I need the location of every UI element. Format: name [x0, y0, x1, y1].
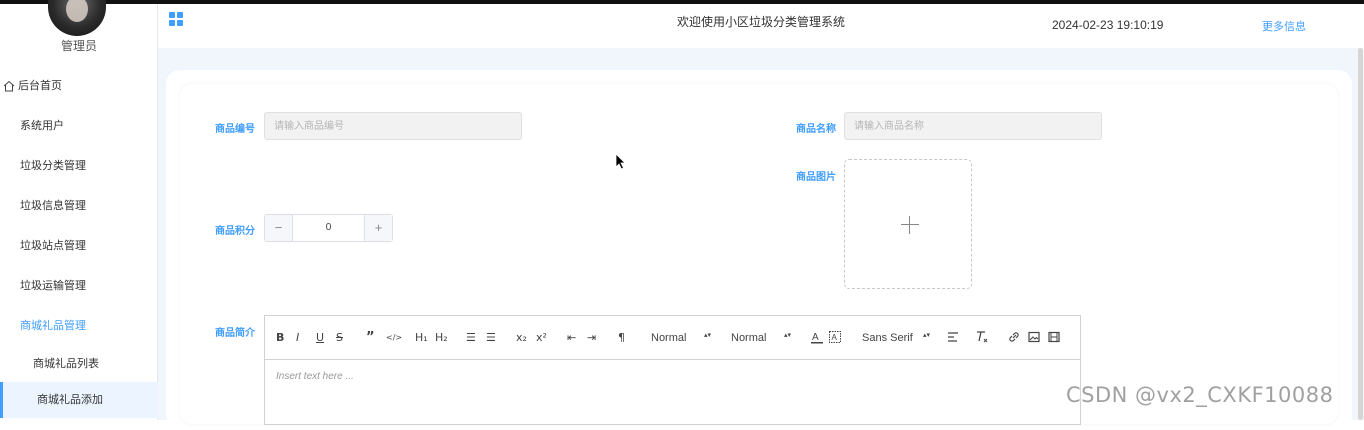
- product-points-label: 商品积分: [215, 226, 255, 237]
- size-select-value: Normal: [651, 332, 687, 344]
- sidebar: 管理员 后台首页 系统用户 垃圾分类管理 垃圾信息管理 垃圾站点管理 垃圾运输管…: [0, 0, 158, 420]
- decrement-button[interactable]: −: [265, 215, 293, 241]
- underline-button[interactable]: U: [316, 330, 324, 346]
- plus-icon: [901, 216, 919, 234]
- text-direction-button[interactable]: ¶: [618, 330, 625, 346]
- site-title: 欢迎使用小区垃圾分类管理系统: [676, 15, 845, 29]
- sidebar-subitem-gift-add[interactable]: 商城礼品添加: [0, 382, 158, 418]
- sidebar-item-home[interactable]: 后台首页: [0, 66, 158, 106]
- points-stepper: − 0 +: [264, 214, 393, 242]
- indent-button[interactable]: ⇥: [587, 330, 596, 346]
- header-select-value: Normal: [731, 332, 767, 344]
- italic-button[interactable]: I: [296, 330, 299, 346]
- product-name-label: 商品名称: [796, 124, 836, 135]
- video-icon[interactable]: [1048, 330, 1060, 344]
- sidebar-item-label: 系统用户: [20, 120, 64, 132]
- h2-button[interactable]: H₂: [435, 330, 448, 346]
- blockquote-button[interactable]: ”: [366, 330, 375, 346]
- h1-button[interactable]: H₁: [415, 330, 428, 346]
- rich-text-editor: B I U S ” </> H₁ H₂ ☰ ☰ x₂ x² ⇤ ⇥ ¶ Norm…: [264, 315, 1081, 425]
- sidebar-menu: 后台首页 系统用户 垃圾分类管理 垃圾信息管理 垃圾站点管理 垃圾运输管理 商城…: [0, 66, 158, 418]
- sidebar-item-waste-info[interactable]: 垃圾信息管理: [0, 186, 158, 226]
- header-select[interactable]: Normal ▴▾: [731, 330, 791, 346]
- increment-button[interactable]: +: [364, 215, 392, 241]
- font-select-value: Sans Serif: [862, 332, 913, 344]
- font-color-icon[interactable]: A: [811, 330, 823, 344]
- image-upload-box[interactable]: [844, 159, 972, 289]
- svg-text:A: A: [812, 332, 819, 343]
- clear-format-icon[interactable]: [975, 330, 989, 344]
- sidebar-item-label: 垃圾站点管理: [20, 240, 86, 252]
- product-name-input[interactable]: [844, 112, 1102, 140]
- sidebar-item-label: 垃圾信息管理: [20, 200, 86, 212]
- scrollbar-thumb[interactable]: [1358, 48, 1363, 420]
- product-desc-label: 商品简介: [215, 328, 255, 339]
- superscript-button[interactable]: x²: [536, 330, 547, 346]
- sidebar-item-waste-category[interactable]: 垃圾分类管理: [0, 146, 158, 186]
- image-icon[interactable]: [1028, 330, 1040, 344]
- background-color-icon[interactable]: A: [829, 330, 841, 344]
- product-code-label: 商品编号: [215, 124, 255, 135]
- strike-button[interactable]: S: [336, 330, 343, 346]
- watermark: CSDN @vx2_CXKF10088: [1066, 383, 1334, 407]
- sidebar-item-label: 垃圾运输管理: [20, 280, 86, 292]
- sidebar-item-waste-transport[interactable]: 垃圾运输管理: [0, 266, 158, 306]
- sidebar-item-label: 垃圾分类管理: [20, 160, 86, 172]
- subscript-button[interactable]: x₂: [516, 330, 527, 346]
- sidebar-item-label: 后台首页: [18, 80, 62, 92]
- font-select[interactable]: Sans Serif ▴▾: [862, 330, 930, 346]
- mouse-cursor-icon: [615, 153, 626, 170]
- chevron-updown-icon: ▴▾: [783, 332, 791, 339]
- svg-text:A: A: [832, 333, 838, 342]
- ordered-list-button[interactable]: ☰: [466, 330, 476, 346]
- editor-content[interactable]: Insert text here ...: [276, 371, 354, 382]
- product-image-label: 商品图片: [796, 172, 836, 183]
- sidebar-item-waste-station[interactable]: 垃圾站点管理: [0, 226, 158, 266]
- avatar[interactable]: [48, 0, 106, 36]
- sidebar-item-system-users[interactable]: 系统用户: [0, 106, 158, 146]
- scrollbar[interactable]: [1357, 48, 1364, 420]
- bold-button[interactable]: B: [276, 330, 284, 346]
- outdent-button[interactable]: ⇤: [567, 330, 576, 346]
- chevron-updown-icon: ▴▾: [922, 332, 930, 339]
- align-icon[interactable]: [947, 330, 959, 344]
- chevron-updown-icon: ▴▾: [703, 332, 711, 339]
- user-role: 管理员: [60, 39, 97, 53]
- sidebar-subitem-label: 商城礼品列表: [33, 358, 99, 370]
- link-icon[interactable]: [1008, 330, 1020, 344]
- sidebar-subitem-label: 商城礼品添加: [37, 394, 103, 406]
- sidebar-item-label: 商城礼品管理: [20, 320, 86, 332]
- code-button[interactable]: </>: [386, 330, 402, 346]
- editor-toolbar: B I U S ” </> H₁ H₂ ☰ ☰ x₂ x² ⇤ ⇥ ¶ Norm…: [265, 316, 1080, 360]
- bullet-list-button[interactable]: ☰: [486, 330, 496, 346]
- points-value[interactable]: 0: [293, 215, 364, 241]
- product-code-input[interactable]: [264, 112, 522, 140]
- clock: 2024-02-23 19:10:19: [1052, 18, 1164, 32]
- home-icon: [3, 80, 15, 92]
- size-select[interactable]: Normal ▴▾: [651, 330, 711, 346]
- sidebar-item-gift-shop[interactable]: 商城礼品管理: [0, 306, 158, 346]
- sidebar-subitem-gift-list[interactable]: 商城礼品列表: [0, 346, 158, 382]
- more-info-link[interactable]: 更多信息: [1262, 18, 1306, 34]
- header: 欢迎使用小区垃圾分类管理系统 2024-02-23 19:10:19 更多信息: [158, 4, 1364, 48]
